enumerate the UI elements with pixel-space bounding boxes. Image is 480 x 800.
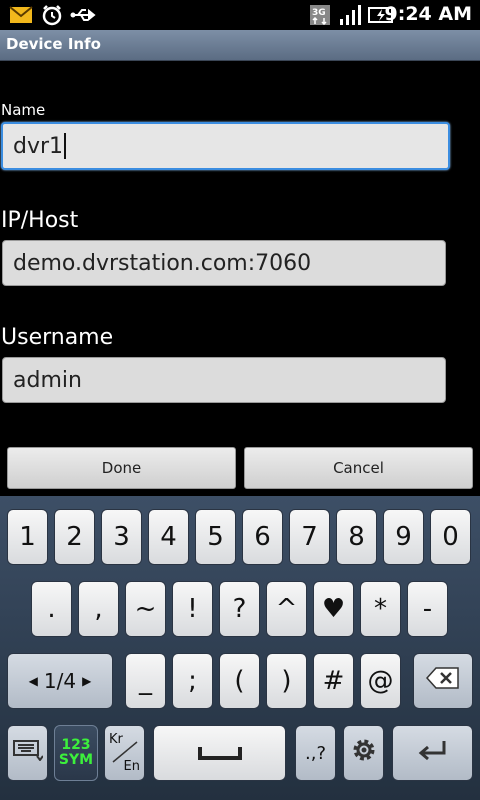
key-open-paren[interactable]: (	[219, 653, 260, 709]
username-value: admin	[13, 367, 82, 393]
mode-key-bottom: SYM	[58, 752, 94, 768]
key-semicolon[interactable]: ;	[172, 653, 213, 709]
text-cursor	[64, 133, 67, 159]
key-caret[interactable]: ^	[266, 581, 307, 637]
chevron-left-icon: ◀	[28, 674, 38, 688]
key-hash[interactable]: #	[313, 653, 354, 709]
host-field[interactable]: demo.dvrstation.com:7060	[2, 240, 446, 286]
alarm-icon	[40, 4, 64, 26]
gear-icon	[351, 737, 377, 770]
backspace-icon	[425, 666, 460, 696]
page-indicator: 1/4	[43, 669, 77, 693]
host-value: demo.dvrstation.com:7060	[13, 250, 312, 276]
key-0[interactable]: 0	[430, 509, 471, 565]
key-at[interactable]: @	[360, 653, 401, 709]
mode-sym-key[interactable]: 123 SYM	[54, 725, 98, 781]
key-dash[interactable]: -	[407, 581, 448, 637]
username-label: Username	[1, 325, 114, 350]
enter-icon	[418, 738, 448, 768]
key-period[interactable]: .	[31, 581, 72, 637]
name-value: dvr1	[13, 133, 64, 159]
punctuation-key[interactable]: .,?	[295, 725, 336, 781]
chevron-right-icon: ▶	[82, 674, 92, 688]
key-3[interactable]: 3	[101, 509, 142, 565]
status-time: 9:24 AM	[384, 3, 473, 25]
key-9[interactable]: 9	[383, 509, 424, 565]
key-asterisk[interactable]: *	[360, 581, 401, 637]
name-field[interactable]: dvr1	[1, 122, 450, 170]
page-switch-key[interactable]: ◀ 1/4 ▶	[7, 653, 113, 709]
page-title: Device Info	[6, 35, 101, 53]
signal-icon	[338, 4, 364, 26]
space-key[interactable]	[153, 725, 286, 781]
key-6[interactable]: 6	[242, 509, 283, 565]
enter-key[interactable]	[392, 725, 473, 781]
username-field[interactable]: admin	[2, 357, 446, 403]
key-5[interactable]: 5	[195, 509, 236, 565]
key-2[interactable]: 2	[54, 509, 95, 565]
key-underscore[interactable]: _	[125, 653, 166, 709]
backspace-key[interactable]	[413, 653, 473, 709]
host-label: IP/Host	[1, 208, 79, 233]
key-exclamation[interactable]: !	[172, 581, 213, 637]
keyboard-settings-key[interactable]	[7, 725, 48, 781]
space-icon	[197, 738, 242, 768]
usb-icon	[70, 4, 98, 26]
key-heart[interactable]: ♥	[313, 581, 354, 637]
title-bar: Device Info	[0, 30, 480, 61]
key-tilde[interactable]: ~	[125, 581, 166, 637]
name-label: Name	[1, 101, 46, 119]
keyboard: 1 2 3 4 5 6 7 8 9 0 . , ~ ! ? ^ ♥ * - ◀ …	[0, 496, 480, 800]
language-key[interactable]: Kr En	[104, 725, 145, 781]
keyboard-icon	[12, 738, 44, 768]
key-comma[interactable]: ,	[78, 581, 119, 637]
key-question[interactable]: ?	[219, 581, 260, 637]
key-close-paren[interactable]: )	[266, 653, 307, 709]
svg-text:3G: 3G	[312, 8, 326, 18]
cancel-button[interactable]: Cancel	[244, 447, 473, 489]
done-button[interactable]: Done	[7, 447, 236, 489]
status-bar: 3G 9:24 AM	[0, 0, 480, 30]
lang-key-bottom: En	[123, 759, 140, 774]
key-4[interactable]: 4	[148, 509, 189, 565]
mode-key-top: 123	[61, 737, 91, 753]
key-1[interactable]: 1	[7, 509, 48, 565]
key-7[interactable]: 7	[289, 509, 330, 565]
mail-icon	[8, 4, 34, 26]
network-3g-icon: 3G	[308, 4, 332, 26]
settings-key[interactable]	[343, 725, 384, 781]
key-8[interactable]: 8	[336, 509, 377, 565]
